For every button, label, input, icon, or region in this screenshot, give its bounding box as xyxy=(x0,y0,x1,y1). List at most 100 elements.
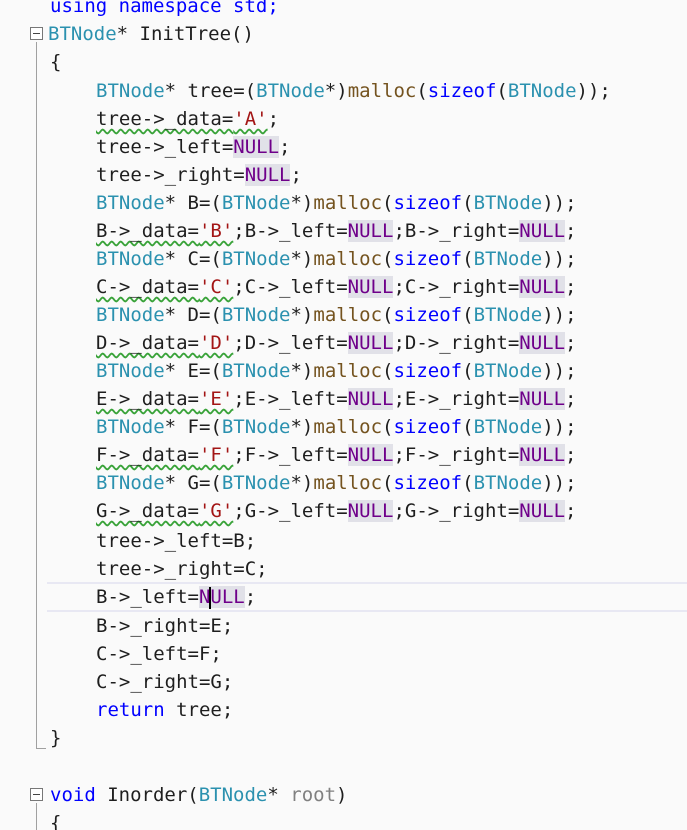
code-token: ; xyxy=(565,220,577,242)
code-token: * xyxy=(267,784,291,806)
code-line-init-node: F->_data='F';F->_left=NULL;F->_right=NUL… xyxy=(96,441,577,469)
collapse-icon[interactable] xyxy=(30,788,43,801)
code-token: ; xyxy=(267,108,280,130)
type-token: BTNode xyxy=(96,248,165,270)
code-token: *) xyxy=(290,416,314,438)
code-token: tree->_data= xyxy=(96,108,234,130)
code-line-b-left-null[interactable]: B->_left=NULL; xyxy=(96,583,256,611)
code-token: ;D->_right= xyxy=(393,332,520,354)
code-line-return: return tree; xyxy=(96,696,233,724)
code-token: C->_right=G; xyxy=(96,671,234,693)
scope-guide xyxy=(36,42,37,748)
code-token: ( xyxy=(462,304,474,326)
code-line-alloc-tree: BTNode* tree=(BTNode*)malloc(sizeof(BTNo… xyxy=(96,77,611,105)
code-token: )); xyxy=(542,192,577,214)
type-token: BTNode xyxy=(473,416,543,438)
scope-guide-end xyxy=(36,748,46,749)
code-line-tree-left-b: tree->_left=B; xyxy=(96,527,256,555)
code-line-alloc-node: BTNode* C=(BTNode*)malloc(sizeof(BTNode)… xyxy=(96,245,577,273)
type-token: BTNode xyxy=(473,304,543,326)
type-token: BTNode xyxy=(221,472,291,494)
keyword-token: return xyxy=(96,699,165,721)
code-token: ;E->_left= xyxy=(233,388,348,410)
code-line-init-node: C->_data='C';C->_left=NULL;C->_right=NUL… xyxy=(96,273,577,301)
code-token: * B=( xyxy=(164,192,222,214)
code-token: tree->_right= xyxy=(96,164,245,186)
using-text: using namespace std; xyxy=(50,0,279,17)
code-token: )); xyxy=(542,360,577,382)
type-token: BTNode xyxy=(507,80,577,102)
keyword-token: sizeof xyxy=(393,360,463,382)
keyword-token: sizeof xyxy=(393,416,463,438)
code-editor[interactable]: using namespace std; BTNode* InitTree() … xyxy=(0,0,687,830)
code-token: )); xyxy=(542,304,577,326)
code-line-open-brace: { xyxy=(50,48,61,76)
code-token: )); xyxy=(542,248,577,270)
scope-guide xyxy=(36,803,37,830)
code-token: * D=( xyxy=(164,304,222,326)
code-token: * G=( xyxy=(164,472,222,494)
collapse-icon[interactable] xyxy=(30,27,43,40)
code-token: *) xyxy=(290,304,314,326)
macro-token: NULL xyxy=(519,276,566,298)
parameter-token: root xyxy=(290,784,337,806)
code-line-inorder-signature: void Inorder(BTNode* root) xyxy=(50,781,347,809)
macro-token: NULL xyxy=(519,388,566,410)
code-line-c-right-g: C->_right=G; xyxy=(96,668,233,696)
code-token: ;B->_right= xyxy=(393,220,520,242)
keyword-token: sizeof xyxy=(427,80,497,102)
code-token: ( xyxy=(382,416,394,438)
macro-token: NULL xyxy=(347,276,394,298)
code-token: ;C->_left= xyxy=(233,276,348,298)
code-line-init-node: G->_data='G';G->_left=NULL;G->_right=NUL… xyxy=(96,497,577,525)
code-token: ; xyxy=(565,444,577,466)
char-literal: 'G' xyxy=(198,500,234,522)
code-token: tree->_right=C; xyxy=(96,558,268,580)
code-token: ;D->_left= xyxy=(233,332,348,354)
code-token: ; xyxy=(565,500,577,522)
type-token: BTNode xyxy=(198,784,268,806)
code-token: ( xyxy=(382,472,394,494)
code-token: *) xyxy=(324,80,348,102)
code-token: ( xyxy=(462,416,474,438)
code-token: ( xyxy=(382,248,394,270)
code-line-alloc-node: BTNode* B=(BTNode*)malloc(sizeof(BTNode)… xyxy=(96,189,577,217)
type-token: BTNode xyxy=(221,192,291,214)
char-literal: 'F' xyxy=(198,444,234,466)
type-token: BTNode xyxy=(221,360,291,382)
type-token: BTNode xyxy=(473,248,543,270)
macro-token: NULL xyxy=(244,164,291,186)
macro-token: NULL xyxy=(519,444,566,466)
keyword-token: sizeof xyxy=(393,472,463,494)
macro-token: NULL xyxy=(233,136,280,158)
code-line-init-node: D->_data='D';D->_left=NULL;D->_right=NUL… xyxy=(96,329,577,357)
type-token: BTNode xyxy=(473,192,543,214)
type-token: BTNode xyxy=(473,472,543,494)
code-token: E->_data= xyxy=(96,388,199,410)
function-token: malloc xyxy=(313,472,383,494)
code-line-tree-data: tree->_data='A'; xyxy=(96,105,279,133)
macro-token: NULL xyxy=(347,444,394,466)
function-token: malloc xyxy=(313,416,383,438)
type-token: BTNode xyxy=(96,360,165,382)
code-line-open-brace-2: { xyxy=(50,809,61,830)
code-token: * C=( xyxy=(164,248,222,270)
code-line-alloc-node: BTNode* G=(BTNode*)malloc(sizeof(BTNode)… xyxy=(96,469,577,497)
macro-token: NULL xyxy=(519,220,566,242)
text-caret xyxy=(209,587,211,609)
code-token: *) xyxy=(290,360,314,382)
code-token: B->_right=E; xyxy=(96,615,234,637)
code-line-close-brace: } xyxy=(50,724,61,752)
open-brace: { xyxy=(50,812,62,830)
code-token: )); xyxy=(542,416,577,438)
code-token: ( xyxy=(462,248,474,270)
type-token: BTNode xyxy=(221,416,291,438)
signature-text: * InitTree() xyxy=(116,23,254,45)
macro-token: NULL xyxy=(347,220,394,242)
code-token: ; xyxy=(565,276,577,298)
code-token: ; xyxy=(565,332,577,354)
code-token: ;G->_right= xyxy=(393,500,520,522)
code-token: ;B->_left= xyxy=(233,220,348,242)
code-token: ; xyxy=(290,164,302,186)
keyword-token: sizeof xyxy=(393,248,463,270)
